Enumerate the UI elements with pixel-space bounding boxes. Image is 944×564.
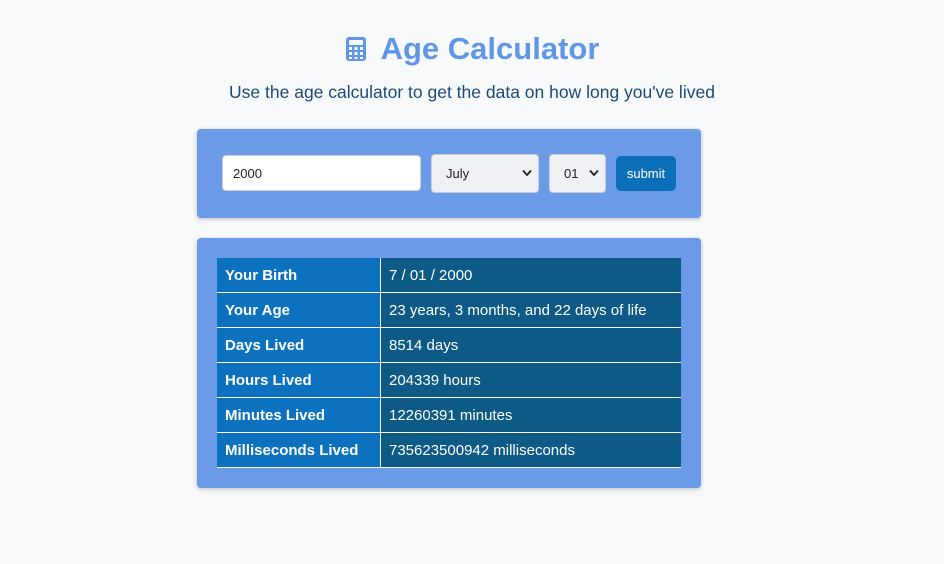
row-value: 7 / 01 / 2000: [380, 258, 681, 293]
table-row: Your Age 23 years, 3 months, and 22 days…: [217, 292, 681, 328]
results-panel: Your Birth 7 / 01 / 2000 Your Age 23 yea…: [197, 238, 701, 488]
row-label: Minutes Lived: [217, 397, 381, 433]
submit-button[interactable]: submit: [616, 156, 676, 191]
month-select[interactable]: July: [431, 154, 539, 193]
row-label: Hours Lived: [217, 362, 381, 398]
chevron-down-icon: [589, 169, 599, 177]
page-subtitle: Use the age calculator to get the data o…: [229, 82, 715, 102]
row-value: 735623500942 milliseconds: [380, 432, 681, 468]
chevron-down-icon: [522, 169, 532, 177]
table-row: Your Birth 7 / 01 / 2000: [217, 258, 681, 293]
row-value: 204339 hours: [380, 362, 681, 398]
row-label: Your Birth: [217, 258, 381, 293]
day-select[interactable]: 01: [549, 154, 606, 193]
results-table: Your Birth 7 / 01 / 2000 Your Age 23 yea…: [217, 258, 681, 468]
row-label: Days Lived: [217, 327, 381, 363]
row-value: 8514 days: [380, 327, 681, 363]
table-row: Minutes Lived 12260391 minutes: [217, 397, 681, 433]
birth-date-form: July 01 submit: [197, 129, 701, 218]
calculator-icon: [345, 37, 366, 61]
day-select-value: 01: [564, 166, 579, 181]
row-value: 12260391 minutes: [380, 397, 681, 433]
row-label: Milliseconds Lived: [217, 432, 381, 468]
table-row: Hours Lived 204339 hours: [217, 362, 681, 398]
month-select-value: July: [446, 166, 470, 181]
table-row: Milliseconds Lived 735623500942 millisec…: [217, 432, 681, 468]
page: Age Calculator Use the age calculator to…: [0, 0, 944, 564]
page-title: Age Calculator: [0, 28, 944, 70]
year-input[interactable]: [222, 155, 421, 191]
row-value: 23 years, 3 months, and 22 days of life: [380, 292, 681, 328]
page-title-text: Age Calculator: [380, 31, 600, 66]
table-row: Days Lived 8514 days: [217, 327, 681, 363]
row-label: Your Age: [217, 292, 381, 328]
